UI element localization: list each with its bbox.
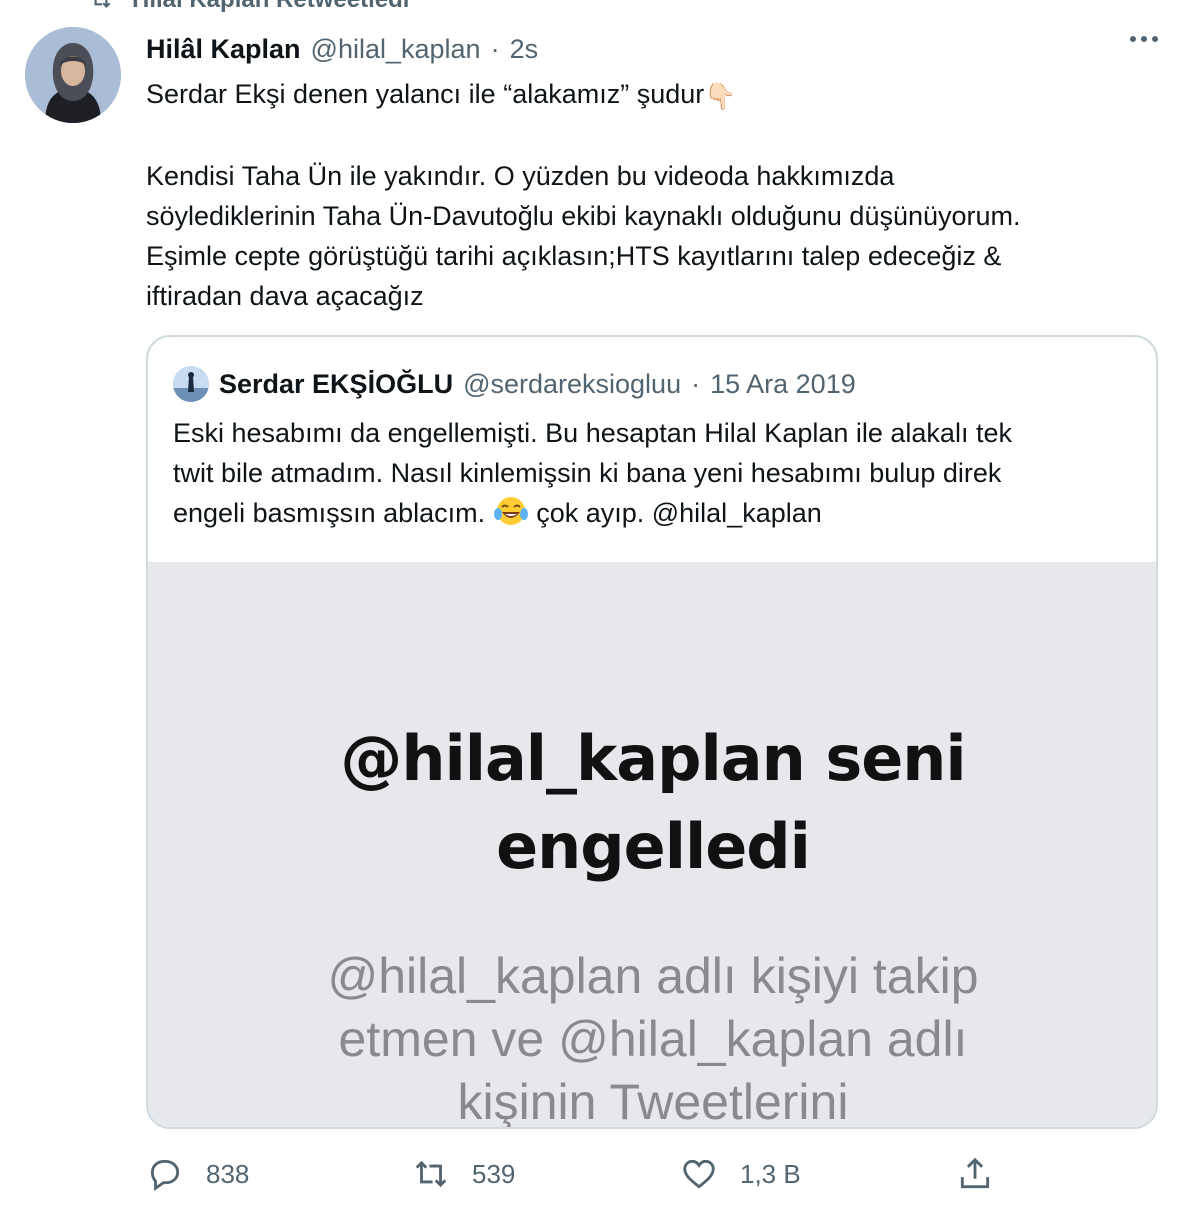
- pointing-down-emoji: 👇🏻: [704, 81, 737, 111]
- tweet-line: söylediklerinin Taha Ün-Davutoğlu ekibi …: [146, 201, 1021, 231]
- tweet-line: iftiradan dava açacağız: [146, 281, 424, 311]
- media-subtext-1: @hilal_kaplan adlı kişiyi takip: [327, 948, 979, 1004]
- retweet-action-icon: [415, 1160, 447, 1188]
- media-headline-1: @hilal_kaplan seni: [340, 722, 966, 795]
- quoted-tweet-text: Eski hesabımı da engellemişti. Bu hesapt…: [173, 413, 1133, 533]
- tweet-line: Eşimle cepte görüştüğü tarihi açıklasın;…: [146, 241, 1002, 271]
- tweet-line: Kendisi Taha Ün ile yakındır. O yüzden b…: [146, 161, 895, 191]
- author-avatar[interactable]: [25, 27, 121, 123]
- quoted-tweet-card[interactable]: Serdar EKŞİOĞLU @serdareksiogluu · 15 Ar…: [146, 335, 1158, 1129]
- quoted-header-separator: ·: [691, 368, 701, 399]
- retweet-icon: [94, 0, 111, 9]
- quoted-tweet-date: 15 Ara 2019: [710, 368, 856, 399]
- like-count: 1,3 B: [740, 1158, 801, 1189]
- media-subtext-2: etmen ve @hilal_kaplan adlı: [338, 1011, 968, 1067]
- retweet-banner-text: Hilâl Kaplan Retweetledi: [132, 0, 409, 14]
- tweet-timestamp[interactable]: 2s: [510, 34, 539, 65]
- share-icon: [960, 1157, 990, 1189]
- media-subtext-3: kişinin Tweetlerini: [457, 1074, 849, 1129]
- share-button[interactable]: [956, 1150, 994, 1198]
- author-name[interactable]: Hilâl Kaplan: [146, 34, 301, 65]
- retweet-banner[interactable]: Hilâl Kaplan Retweetledi: [88, 0, 409, 14]
- header-separator: ·: [490, 33, 500, 64]
- more-options-icon[interactable]: [1130, 36, 1158, 42]
- tweet-text: Serdar Ekşi denen yalancı ile “alakamız”…: [146, 74, 1156, 316]
- tears-of-joy-emoji: [493, 497, 528, 525]
- like-button[interactable]: 1,3 B: [680, 1150, 801, 1198]
- quoted-author-avatar: [173, 366, 209, 402]
- tweet-line: Serdar Ekşi denen yalancı ile “alakamız”…: [146, 74, 1156, 116]
- reply-count: 838: [206, 1158, 250, 1189]
- quoted-line: engeli basmışsın ablacım. çok ayıp. @hil…: [173, 493, 1133, 533]
- quoted-author-name: Serdar EKŞİOĞLU: [219, 368, 454, 399]
- reply-button[interactable]: 838: [146, 1150, 249, 1198]
- author-handle[interactable]: @hilal_kaplan: [311, 34, 481, 65]
- retweet-count: 539: [472, 1158, 516, 1189]
- quoted-line: twit bile atmadım. Nasıl kinlemişsin ki …: [173, 458, 1002, 488]
- reply-icon: [150, 1159, 180, 1191]
- retweet-button[interactable]: 539: [412, 1150, 515, 1198]
- tweet-header: Hilâl Kaplan @hilal_kaplan · 2s: [146, 32, 538, 66]
- media-headline-2: engelledi: [496, 810, 811, 883]
- tweet-actions: 838 539 1,3 B: [146, 1150, 1156, 1198]
- quoted-tweet-header: Serdar EKŞİOĞLU @serdareksiogluu · 15 Ar…: [173, 366, 856, 402]
- quoted-line: Eski hesabımı da engellemişti. Bu hesapt…: [173, 418, 1012, 448]
- heart-icon: [683, 1159, 715, 1189]
- quoted-tweet-image[interactable]: @hilal_kaplan seni engelledi @hilal_kapl…: [148, 562, 1156, 1129]
- quoted-author-handle: @serdareksiogluu: [463, 368, 682, 399]
